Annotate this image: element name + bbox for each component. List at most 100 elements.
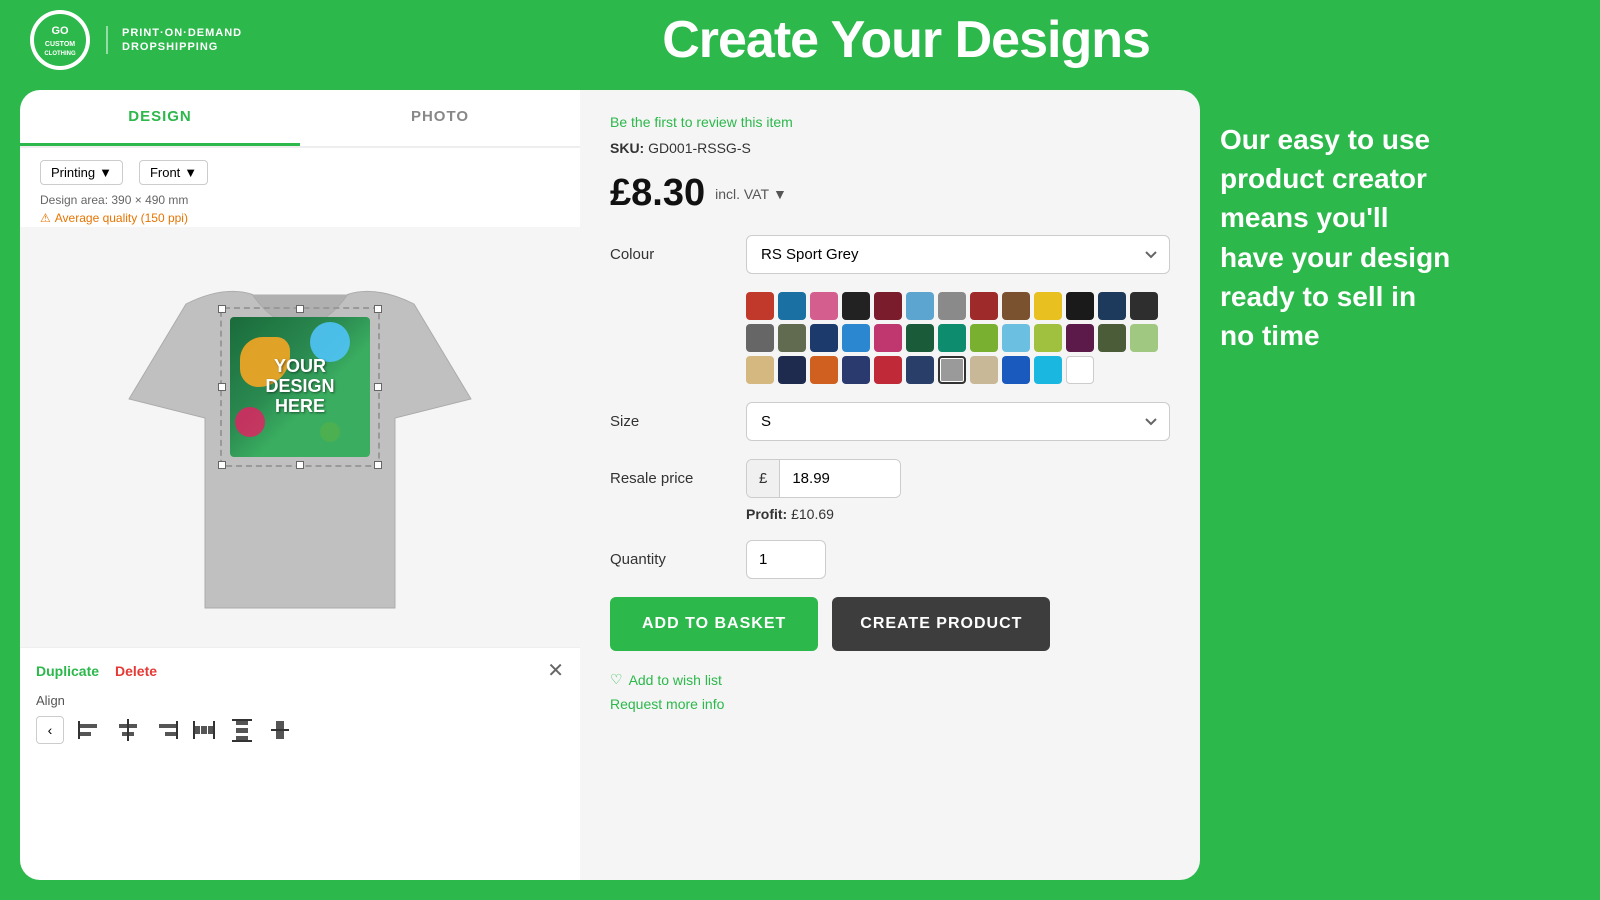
resale-input[interactable] <box>780 460 900 497</box>
dup-del-row: Duplicate Delete ✕ <box>36 658 564 683</box>
color-swatch[interactable] <box>874 356 902 384</box>
color-swatch[interactable] <box>842 324 870 352</box>
color-swatch[interactable] <box>1130 324 1158 352</box>
design-controls: Printing ▼ Front ▼ <box>20 148 580 191</box>
color-swatch[interactable] <box>1034 356 1062 384</box>
quantity-label: Quantity <box>610 551 730 568</box>
front-dropdown[interactable]: Front ▼ <box>139 160 208 185</box>
align-distribute-v-icon[interactable] <box>224 712 260 748</box>
sku-row: SKU: GD001-RSSG-S <box>610 140 1170 156</box>
color-swatch[interactable] <box>842 292 870 320</box>
handle-tl[interactable] <box>218 305 226 313</box>
tshirt-preview-area: YOURDESIGNHERE <box>20 227 580 647</box>
action-buttons: ADD TO BASKET CREATE PRODUCT <box>610 597 1170 651</box>
printing-dropdown[interactable]: Printing ▼ <box>40 160 123 185</box>
color-swatch[interactable] <box>906 324 934 352</box>
color-swatch[interactable] <box>1066 324 1094 352</box>
add-to-basket-button[interactable]: ADD TO BASKET <box>610 597 818 651</box>
color-swatch[interactable] <box>778 356 806 384</box>
colour-select[interactable]: RS Sport Grey <box>746 235 1170 274</box>
color-swatch[interactable] <box>938 324 966 352</box>
quantity-row: Quantity <box>610 540 1170 579</box>
color-swatch[interactable] <box>938 356 966 384</box>
color-swatch[interactable] <box>778 292 806 320</box>
colour-row: Colour RS Sport Grey <box>610 235 1170 274</box>
align-center-v-icon[interactable] <box>262 712 298 748</box>
color-swatch[interactable] <box>1034 292 1062 320</box>
duplicate-button[interactable]: Duplicate <box>36 663 99 679</box>
size-row: Size S M L XL XXL <box>610 402 1170 441</box>
price-display: £8.30 <box>610 172 705 215</box>
handle-tr[interactable] <box>374 305 382 313</box>
currency-badge: £ <box>747 460 780 497</box>
logo-area: GO CUSTOM CLOTHING PRINT·ON·DEMAND DROPS… <box>30 10 242 70</box>
color-swatches <box>746 292 1170 384</box>
color-swatch[interactable] <box>810 356 838 384</box>
align-distribute-h-icon[interactable] <box>186 712 222 748</box>
color-swatch[interactable] <box>1130 292 1158 320</box>
color-swatch[interactable] <box>746 292 774 320</box>
design-overlay[interactable]: YOURDESIGNHERE <box>220 307 380 467</box>
color-swatch[interactable] <box>938 292 966 320</box>
request-link[interactable]: Request more info <box>610 696 724 712</box>
color-swatch[interactable] <box>874 292 902 320</box>
design-panel: DESIGN PHOTO Printing ▼ Front ▼ Design a… <box>20 90 580 880</box>
color-swatch[interactable] <box>970 356 998 384</box>
color-swatch[interactable] <box>970 292 998 320</box>
tab-photo[interactable]: PHOTO <box>300 90 580 146</box>
wish-row[interactable]: ♡ Add to wish list <box>610 671 1170 688</box>
logo-tagline: PRINT·ON·DEMAND DROPSHIPPING <box>106 26 242 55</box>
align-right-icon[interactable] <box>148 712 184 748</box>
handle-tc[interactable] <box>296 305 304 313</box>
size-select[interactable]: S M L XL XXL <box>746 402 1170 441</box>
handle-rc[interactable] <box>374 383 382 391</box>
color-swatch[interactable] <box>810 292 838 320</box>
color-swatch[interactable] <box>1002 292 1030 320</box>
color-swatch[interactable] <box>746 356 774 384</box>
delete-button[interactable]: Delete <box>115 663 157 679</box>
handle-bc[interactable] <box>296 461 304 469</box>
color-swatch[interactable] <box>1034 324 1062 352</box>
resale-label: Resale price <box>610 470 730 487</box>
handle-bl[interactable] <box>218 461 226 469</box>
align-left-icon[interactable] <box>72 712 108 748</box>
product-panel: Be the first to review this item SKU: GD… <box>580 90 1200 880</box>
color-swatch[interactable] <box>1098 324 1126 352</box>
tab-design[interactable]: DESIGN <box>20 90 300 146</box>
color-swatch[interactable] <box>970 324 998 352</box>
handle-br[interactable] <box>374 461 382 469</box>
align-center-h-icon[interactable] <box>110 712 146 748</box>
design-preview: YOURDESIGNHERE <box>230 317 370 457</box>
side-text: Our easy to use product creator means yo… <box>1200 90 1580 880</box>
color-swatch[interactable] <box>810 324 838 352</box>
dup-del-buttons: Duplicate Delete <box>36 663 157 679</box>
quantity-input[interactable] <box>746 540 826 579</box>
color-swatch[interactable] <box>1066 292 1094 320</box>
svg-text:CLOTHING: CLOTHING <box>44 51 76 57</box>
color-swatch[interactable] <box>874 324 902 352</box>
handle-lc[interactable] <box>218 383 226 391</box>
color-swatch[interactable] <box>778 324 806 352</box>
color-swatch[interactable] <box>746 324 774 352</box>
color-swatch[interactable] <box>906 292 934 320</box>
close-button[interactable]: ✕ <box>547 658 564 683</box>
color-swatch[interactable] <box>906 356 934 384</box>
header: GO CUSTOM CLOTHING PRINT·ON·DEMAND DROPS… <box>0 0 1600 80</box>
review-link[interactable]: Be the first to review this item <box>610 114 1170 130</box>
svg-text:CUSTOM: CUSTOM <box>45 41 75 48</box>
quality-warning: ⚠ Average quality (150 ppi) <box>20 209 580 227</box>
size-label: Size <box>610 413 730 430</box>
color-swatch[interactable] <box>1098 292 1126 320</box>
color-swatch[interactable] <box>1002 356 1030 384</box>
logo-badge: GO CUSTOM CLOTHING <box>30 10 90 70</box>
nav-left-arrow[interactable]: ‹ <box>36 716 64 744</box>
color-swatch[interactable] <box>842 356 870 384</box>
vat-dropdown-icon[interactable]: ▼ <box>773 186 787 202</box>
align-section: Align ‹ <box>36 689 564 752</box>
color-swatch[interactable] <box>1066 356 1094 384</box>
color-swatch[interactable] <box>1002 324 1030 352</box>
main-content: DESIGN PHOTO Printing ▼ Front ▼ Design a… <box>0 80 1600 900</box>
align-tools: ‹ <box>36 712 564 748</box>
create-product-button[interactable]: CREATE PRODUCT <box>832 597 1050 651</box>
heart-icon: ♡ <box>610 671 623 688</box>
